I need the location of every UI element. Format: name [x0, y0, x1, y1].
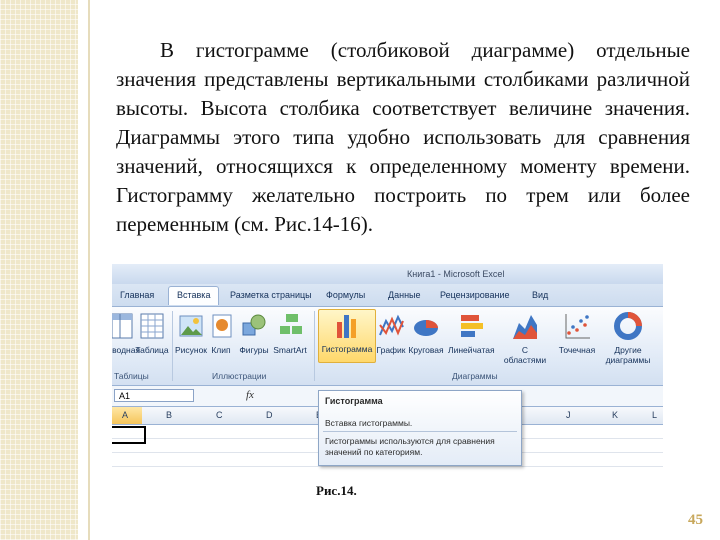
tab-page-layout[interactable]: Разметка страницы: [230, 290, 312, 300]
table-button[interactable]: Таблица: [134, 311, 170, 355]
tooltip-title: Гистограмма: [325, 396, 383, 406]
shapes-icon: [240, 311, 268, 341]
other-charts-button[interactable]: Другие диаграммы: [600, 311, 656, 365]
tab-insert[interactable]: Вставка: [168, 286, 220, 305]
area-chart-button[interactable]: С областями: [500, 311, 550, 365]
tab-view[interactable]: Вид: [532, 290, 548, 300]
tooltip-description: Гистограммы используются для сравнения з…: [325, 436, 495, 457]
area-chart-icon: [511, 311, 539, 341]
tab-home[interactable]: Главная: [120, 290, 154, 300]
figure-caption: Рис.14.: [316, 483, 357, 498]
column-header[interactable]: C: [216, 410, 223, 420]
group-separator: [172, 311, 173, 381]
pivot-table-icon: [112, 311, 136, 341]
chart-tooltip: Гистограмма Вставка гистограммы. Гистогр…: [318, 390, 522, 466]
column-header[interactable]: A: [122, 410, 128, 420]
picture-icon: [177, 311, 205, 341]
tab-review[interactable]: Рецензирование: [440, 290, 510, 300]
name-box[interactable]: A1: [114, 389, 194, 402]
column-chart-icon: [333, 310, 361, 340]
line-chart-icon: [377, 311, 405, 341]
page-number: 45: [688, 512, 703, 528]
pie-chart-button[interactable]: Круговая: [406, 311, 446, 355]
column-header[interactable]: L: [652, 410, 657, 420]
column-header[interactable]: D: [266, 410, 273, 420]
fx-icon[interactable]: fx: [246, 389, 254, 401]
bar-chart-button[interactable]: Линейчатая: [448, 311, 495, 355]
body-paragraph: В гистограмме (столбиковой диаграмме) от…: [116, 38, 690, 236]
ribbon: Сводная Таблица Рисунок Клип Фигуры: [112, 307, 663, 386]
clipart-icon: [208, 311, 236, 341]
window-title: Книга1 - Microsoft Excel: [407, 269, 505, 279]
group-separator: [314, 311, 315, 381]
ribbon-tabs: Главная Вставка Разметка страницы Формул…: [112, 284, 663, 307]
picture-button[interactable]: Рисунок: [174, 311, 208, 355]
group-label-illustrations: Иллюстрации: [212, 371, 267, 381]
excel-titlebar: Книга1 - Microsoft Excel: [112, 264, 663, 284]
column-header[interactable]: K: [612, 410, 618, 420]
tooltip-divider: [323, 431, 517, 432]
smartart-icon: [276, 311, 304, 341]
scatter-chart-icon: [563, 311, 591, 341]
bar-chart-icon: [457, 311, 485, 341]
smartart-button[interactable]: SmartArt: [272, 311, 308, 355]
shapes-button[interactable]: Фигуры: [236, 311, 272, 355]
selected-cell[interactable]: [112, 426, 146, 444]
scatter-chart-button[interactable]: Точечная: [554, 311, 600, 355]
line-chart-button[interactable]: График: [376, 311, 406, 355]
tab-formulas[interactable]: Формулы: [326, 290, 365, 300]
group-label-tables: Таблицы: [114, 371, 149, 381]
tooltip-subtitle: Вставка гистограммы.: [325, 418, 413, 428]
doughnut-chart-icon: [614, 311, 642, 341]
decorative-line: [88, 0, 90, 540]
group-label-charts: Диаграммы: [452, 371, 498, 381]
histogram-chart-button[interactable]: Гистограмма: [318, 309, 376, 363]
table-icon: [138, 311, 166, 341]
clip-button[interactable]: Клип: [208, 311, 234, 355]
column-header[interactable]: J: [566, 410, 571, 420]
decorative-stripe: [0, 0, 78, 540]
column-header[interactable]: B: [166, 410, 172, 420]
pie-chart-icon: [412, 311, 440, 341]
tab-data[interactable]: Данные: [388, 290, 421, 300]
